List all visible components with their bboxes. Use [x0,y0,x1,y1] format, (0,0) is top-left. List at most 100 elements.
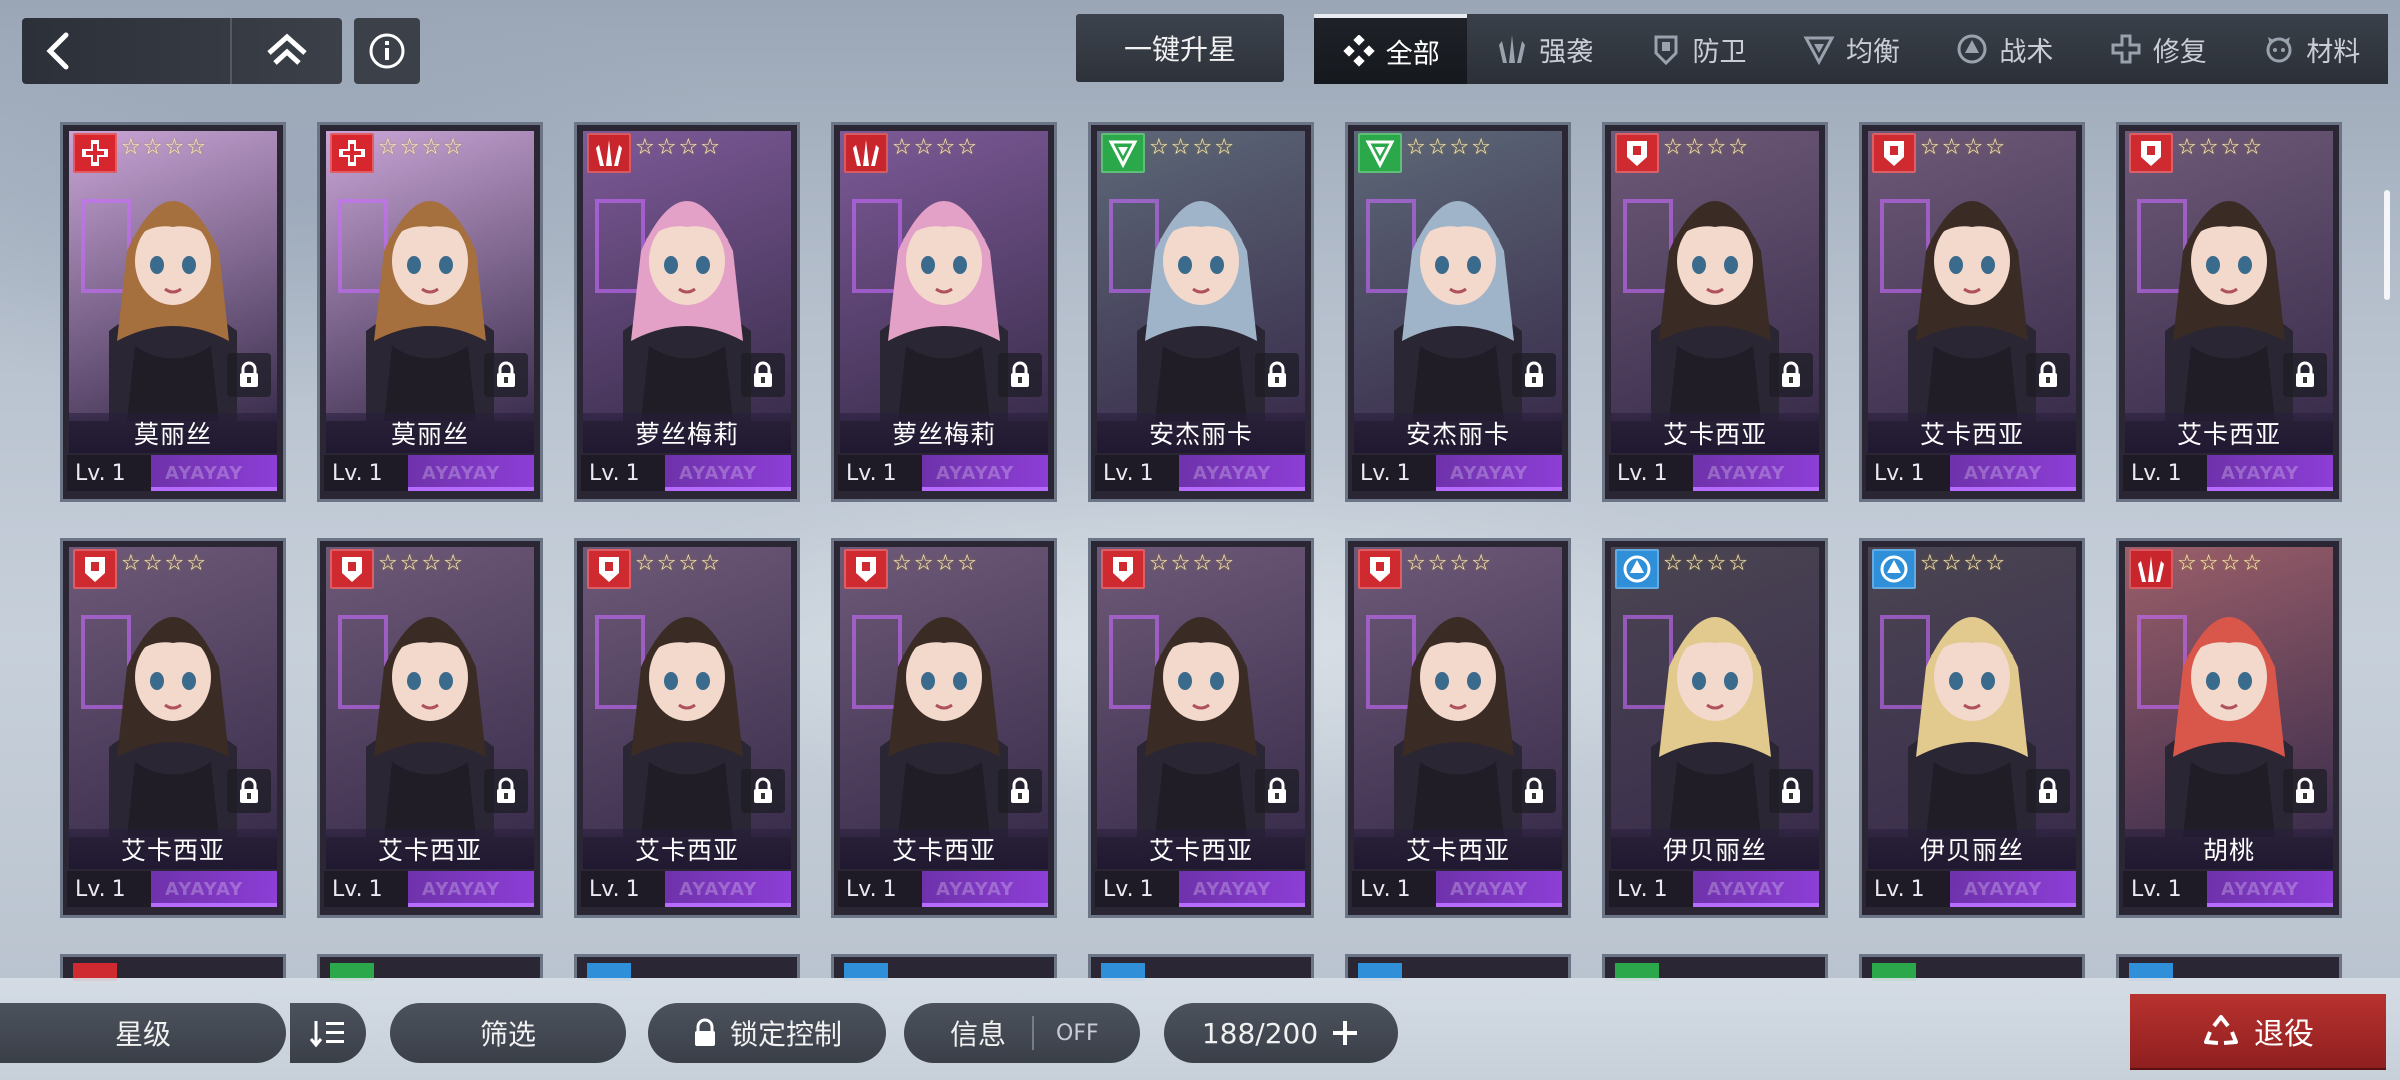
tab-material[interactable]: 材料 [2235,14,2388,84]
level-value: 1 [2167,460,2182,486]
tab-defense[interactable]: 防卫 [1621,14,1774,84]
character-card[interactable]: ☆ ☆ ☆ ☆ 艾卡西亚 Lv. 1 AYAYAY [2116,122,2342,502]
info-button[interactable] [354,18,420,84]
lock-icon[interactable] [484,353,528,397]
level-label: Lv. 1 [581,455,665,491]
lock-icon[interactable] [1512,769,1556,813]
lock-icon[interactable] [2026,769,2070,813]
level-prefix: Lv. [1360,460,1391,486]
lock-icon[interactable] [998,769,1042,813]
sort-by-star-button[interactable]: 星级 [0,1003,286,1063]
level-value: 1 [368,876,383,902]
character-card-partial[interactable] [2116,954,2342,981]
sort-direction-button[interactable] [290,1003,366,1063]
character-card-partial[interactable] [574,954,800,981]
character-card[interactable]: ☆ ☆ ☆ ☆ 艾卡西亚 Lv. 1 AYAYAY [60,538,286,918]
lock-control-button[interactable]: 锁定控制 [648,1003,886,1063]
star-rating: ☆ ☆ ☆ ☆ [121,137,206,159]
star-rating: ☆ ☆ ☆ ☆ [1663,137,1748,159]
tab-balance[interactable]: 均衡 [1774,14,1927,84]
level-decoration: AYAYAY [1964,463,2043,484]
star-icon: ☆ [1170,551,1191,576]
character-name: 艾卡西亚 [69,829,277,869]
lock-icon[interactable] [1255,769,1299,813]
lock-icon[interactable] [998,353,1042,397]
character-card[interactable]: ☆ ☆ ☆ ☆ 萝丝梅莉 Lv. 1 AYAYAY [831,122,1057,502]
star-icon: ☆ [186,135,206,160]
character-card[interactable]: ☆ ☆ ☆ ☆ 艾卡西亚 Lv. 1 AYAYAY [831,538,1057,918]
lock-icon[interactable] [2283,769,2327,813]
star-icon: ☆ [378,551,398,576]
character-card[interactable]: ☆ ☆ ☆ ☆ 艾卡西亚 Lv. 1 AYAYAY [574,538,800,918]
character-card[interactable]: ☆ ☆ ☆ ☆ 安杰丽卡 Lv. 1 AYAYAY [1345,122,1571,502]
tab-assault[interactable]: 强袭 [1467,14,1620,84]
character-card-partial[interactable] [1088,954,1314,981]
character-card[interactable]: ☆ ☆ ☆ ☆ 艾卡西亚 Lv. 1 AYAYAY [1345,538,1571,918]
character-card[interactable]: ☆ ☆ ☆ ☆ 艾卡西亚 Lv. 1 AYAYAY [1088,538,1314,918]
lock-icon[interactable] [1512,353,1556,397]
back-button[interactable] [22,18,227,84]
level-band: Lv. 1 AYAYAY [2123,871,2333,907]
info-toggle[interactable]: 信息 OFF [904,1003,1140,1063]
lock-icon[interactable] [484,769,528,813]
character-card[interactable]: ☆ ☆ ☆ ☆ 莫丽丝 Lv. 1 AYAYAY [60,122,286,502]
lock-icon[interactable] [2283,353,2327,397]
home-button[interactable] [230,18,342,84]
level-decoration: AYAYAY [936,463,1015,484]
defense-class-icon [1358,549,1402,589]
capacity-button[interactable]: 188/200 [1164,1003,1398,1063]
tab-repair[interactable]: 修复 [2081,14,2234,84]
level-prefix: Lv. [589,460,620,486]
character-card[interactable]: ☆ ☆ ☆ ☆ 莫丽丝 Lv. 1 AYAYAY [317,122,543,502]
star-icon: ☆ [421,135,442,160]
character-card[interactable]: ☆ ☆ ☆ ☆ 安杰丽卡 Lv. 1 AYAYAY [1088,122,1314,502]
tab-label: 材料 [2306,36,2361,68]
level-decoration: AYAYAY [1450,879,1529,900]
lock-icon[interactable] [1769,769,1813,813]
star-icon: ☆ [121,135,141,160]
level-value: 1 [1910,876,1925,902]
character-card-partial[interactable] [831,954,1057,981]
character-card[interactable]: ☆ ☆ ☆ ☆ 艾卡西亚 Lv. 1 AYAYAY [1859,122,2085,502]
retire-button[interactable]: 退役 [2130,994,2386,1068]
lock-icon[interactable] [227,353,271,397]
level-prefix: Lv. [2131,460,2162,486]
star-icon: ☆ [635,551,655,576]
level-label: Lv. 1 [838,455,922,491]
lock-icon[interactable] [227,769,271,813]
assault-icon [1495,32,1529,66]
star-icon: ☆ [957,551,977,576]
level-prefix: Lv. [589,876,620,902]
filter-button[interactable]: 筛选 [390,1003,626,1063]
scrollbar[interactable] [2384,190,2390,300]
character-card[interactable]: ☆ ☆ ☆ ☆ 伊贝丽丝 Lv. 1 AYAYAY [1602,538,1828,918]
repair-class-icon [73,133,117,173]
character-name: 艾卡西亚 [583,829,791,869]
character-card-partial[interactable] [1859,954,2085,981]
lock-icon[interactable] [741,353,785,397]
star-rating: ☆ ☆ ☆ ☆ [2177,137,2262,159]
character-card-partial[interactable] [60,954,286,981]
character-card[interactable]: ☆ ☆ ☆ ☆ 艾卡西亚 Lv. 1 AYAYAY [1602,122,1828,502]
level-value: 1 [368,460,383,486]
tab-all[interactable]: 全部 [1314,14,1468,84]
character-card[interactable]: ☆ ☆ ☆ ☆ 胡桃 Lv. 1 AYAYAY [2116,538,2342,918]
lock-icon[interactable] [741,769,785,813]
level-label: Lv. 1 [1866,871,1950,907]
character-card[interactable]: ☆ ☆ ☆ ☆ 伊贝丽丝 Lv. 1 AYAYAY [1859,538,2085,918]
character-card-partial[interactable] [1602,954,1828,981]
level-value: 1 [1653,876,1668,902]
one-click-upgrade-button[interactable]: 一键升星 [1076,14,1284,82]
lock-icon[interactable] [1769,353,1813,397]
star-icon: ☆ [678,551,699,576]
character-card[interactable]: ☆ ☆ ☆ ☆ 萝丝梅莉 Lv. 1 AYAYAY [574,122,800,502]
level-prefix: Lv. [1874,460,1905,486]
lock-icon[interactable] [1255,353,1299,397]
star-icon: ☆ [892,135,912,160]
character-card-partial[interactable] [317,954,543,981]
lock-icon[interactable] [2026,353,2070,397]
level-value: 1 [2167,876,2182,902]
character-card-partial[interactable] [1345,954,1571,981]
character-card[interactable]: ☆ ☆ ☆ ☆ 艾卡西亚 Lv. 1 AYAYAY [317,538,543,918]
tab-tactics[interactable]: 战术 [1928,14,2081,84]
